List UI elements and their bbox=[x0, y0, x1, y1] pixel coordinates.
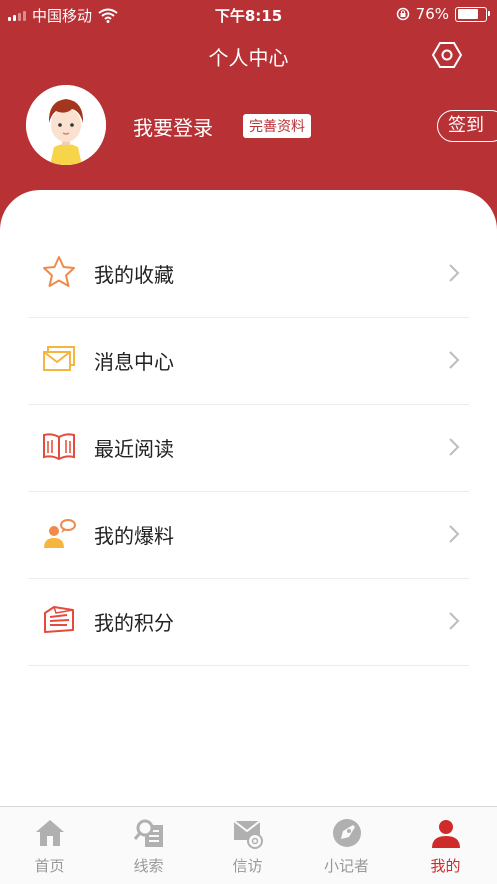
menu-card: 我的收藏 消息中心 最近阅读 我的爆料 我的积分 bbox=[0, 190, 497, 806]
menu-item-tips[interactable]: 我的爆料 bbox=[28, 491, 469, 579]
avatar-image bbox=[26, 85, 106, 165]
chevron-right-icon bbox=[449, 438, 460, 456]
tab-home[interactable]: 首页 bbox=[0, 807, 99, 884]
chevron-right-icon bbox=[449, 264, 460, 282]
user-chat-icon bbox=[44, 519, 76, 548]
tab-clues[interactable]: 线索 bbox=[99, 807, 198, 884]
battery-icon bbox=[455, 6, 490, 22]
menu-item-label: 我的收藏 bbox=[94, 263, 174, 287]
menu-item-messages[interactable]: 消息中心 bbox=[28, 317, 469, 405]
book-icon bbox=[43, 433, 75, 461]
tab-reporter[interactable]: 小记者 bbox=[297, 807, 396, 884]
menu-item-favorites[interactable]: 我的收藏 bbox=[28, 230, 469, 318]
settings-icon[interactable] bbox=[432, 40, 462, 70]
search-doc-icon bbox=[133, 819, 163, 847]
star-icon bbox=[43, 256, 75, 287]
tab-petition[interactable]: 信访 bbox=[198, 807, 297, 884]
user-icon bbox=[432, 820, 460, 848]
menu-item-label: 最近阅读 bbox=[94, 437, 174, 461]
chevron-right-icon bbox=[449, 525, 460, 543]
home-icon bbox=[36, 820, 64, 846]
tab-label: 我的 bbox=[430, 857, 461, 875]
menu-item-label: 消息中心 bbox=[94, 350, 174, 374]
rocket-icon bbox=[333, 819, 361, 847]
complete-profile-button[interactable]: 完善资料 bbox=[243, 114, 311, 138]
page-title: 个人中心 bbox=[208, 46, 289, 70]
menu-item-points[interactable]: 我的积分 bbox=[28, 578, 469, 666]
status-bar: 中国移动 下午8:15 76% bbox=[0, 0, 497, 30]
tab-label: 小记者 bbox=[323, 857, 369, 875]
orientation-lock-icon bbox=[396, 7, 409, 21]
menu-item-recent-reading[interactable]: 最近阅读 bbox=[28, 404, 469, 492]
tab-label: 线索 bbox=[133, 857, 164, 875]
menu-item-label: 我的爆料 bbox=[94, 524, 174, 548]
login-link[interactable]: 我要登录 bbox=[133, 112, 213, 141]
tab-label: 首页 bbox=[34, 857, 65, 875]
mail-at-icon bbox=[233, 820, 263, 849]
battery-percent: 76% bbox=[415, 5, 449, 23]
avatar[interactable] bbox=[26, 85, 106, 165]
chevron-right-icon bbox=[449, 612, 460, 630]
envelope-icon bbox=[43, 346, 75, 371]
tab-bar: 首页 线索 信访 小记者 我的 bbox=[0, 806, 497, 884]
menu-item-label: 我的积分 bbox=[94, 611, 174, 635]
tab-label: 信访 bbox=[232, 857, 263, 875]
chevron-right-icon bbox=[449, 351, 460, 369]
checkin-button[interactable]: 签到 bbox=[437, 110, 497, 142]
tab-mine[interactable]: 我的 bbox=[396, 807, 495, 884]
points-icon bbox=[44, 606, 74, 633]
